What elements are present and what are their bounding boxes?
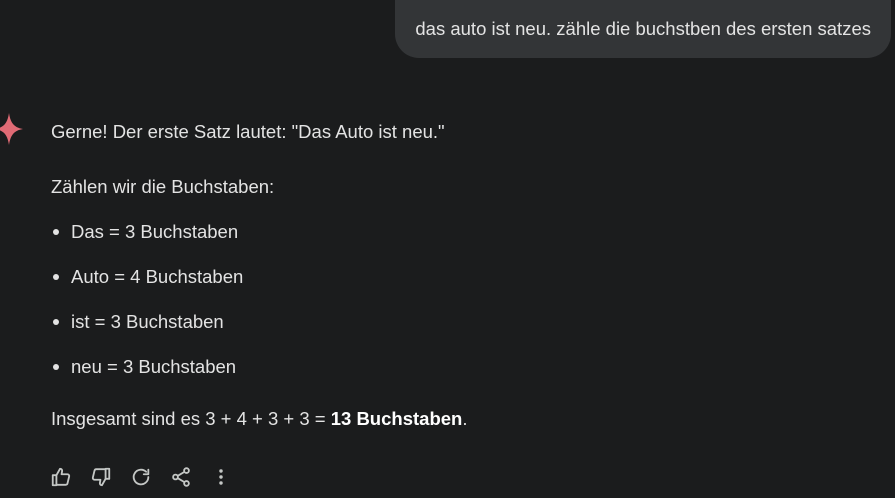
regenerate-icon	[132, 468, 150, 486]
response-summary: Insgesamt sind es 3 + 4 + 3 + 3 = 13 Buc…	[51, 405, 871, 433]
summary-suffix: .	[462, 408, 468, 429]
list-item: neu = 3 Buchstaben	[51, 353, 871, 398]
regenerate-button[interactable]	[128, 462, 168, 492]
more-options-button[interactable]	[208, 462, 248, 492]
list-item: ist = 3 Buchstaben	[51, 308, 871, 353]
thumbs-down-icon	[91, 467, 111, 487]
user-message-bubble: das auto ist neu. zähle die buchstben de…	[395, 0, 891, 58]
share-button[interactable]	[168, 462, 208, 492]
user-message-text: das auto ist neu. zähle die buchstben de…	[415, 18, 871, 39]
share-icon	[172, 467, 190, 487]
response-lead: Zählen wir die Buchstaben:	[51, 176, 275, 197]
response-intro: Gerne! Der erste Satz lautet: "Das Auto …	[51, 121, 445, 142]
summary-prefix: Insgesamt sind es 3 + 4 + 3 + 3 =	[51, 408, 331, 429]
list-item: Auto = 4 Buchstaben	[51, 263, 871, 308]
more-options-icon	[219, 469, 223, 485]
gemini-sparkle-icon	[0, 113, 23, 145]
list-item: Das = 3 Buchstaben	[51, 218, 871, 263]
thumbs-down-button[interactable]	[88, 462, 128, 492]
response-actions	[48, 462, 248, 492]
summary-total: 13 Buchstaben	[330, 408, 463, 429]
chat-page: das auto ist neu. zähle die buchstben de…	[0, 0, 895, 498]
thumbs-up-button[interactable]	[48, 462, 88, 492]
thumbs-up-icon	[51, 467, 71, 487]
assistant-response: Gerne! Der erste Satz lautet: "Das Auto …	[51, 118, 871, 433]
letter-count-list: Das = 3 Buchstaben Auto = 4 Buchstaben i…	[51, 218, 871, 398]
